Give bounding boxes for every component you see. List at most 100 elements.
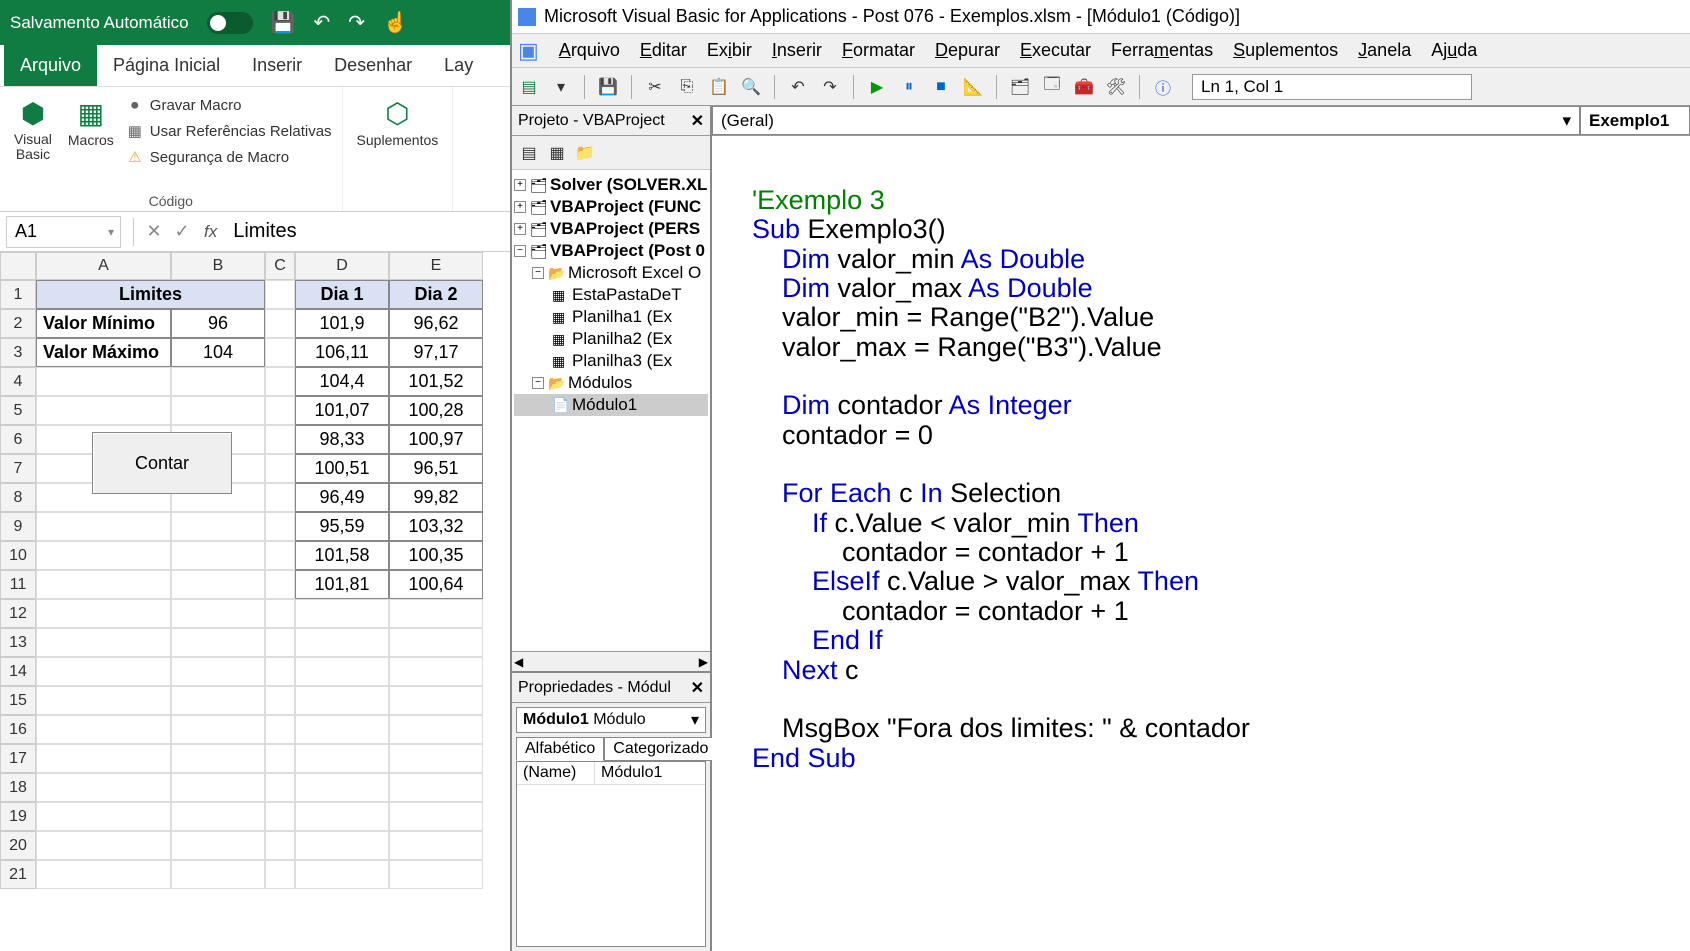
tree-module1[interactable]: Módulo1 [572,395,637,415]
cell-C14[interactable] [265,657,295,686]
design-mode-icon[interactable]: 📐 [962,76,984,98]
cell-B20[interactable] [171,831,265,860]
cell-D3[interactable]: 106,11 [295,338,389,367]
menu-arquivo[interactable]: Arquivo [559,40,620,61]
row-header[interactable]: 11 [0,570,36,599]
row-header[interactable]: 7 [0,454,36,483]
menu-exibir[interactable]: Exibir [707,40,752,61]
cell-C2[interactable] [265,309,295,338]
cancel-formula-icon[interactable]: ✕ [140,221,168,242]
cell-D9[interactable]: 95,59 [295,512,389,541]
cell-B3[interactable]: 104 [171,338,265,367]
cell-E13[interactable] [389,628,483,657]
cell-E17[interactable] [389,744,483,773]
cell-C6[interactable] [265,425,295,454]
cell-E8[interactable]: 99,82 [389,483,483,512]
cell-C7[interactable] [265,454,295,483]
cell-B13[interactable] [171,628,265,657]
cut-icon[interactable]: ✂ [644,76,666,98]
tree-modules[interactable]: Módulos [568,373,632,393]
properties-grid[interactable]: (Name) Módulo1 [516,761,706,947]
tree-solver[interactable]: Solver (SOLVER.XL [550,175,707,195]
cell-D5[interactable]: 101,07 [295,396,389,425]
project-tree[interactable]: +🗂Solver (SOLVER.XL +🗂VBAProject (FUNC +… [512,170,710,651]
cell-B11[interactable] [171,570,265,599]
tree-func[interactable]: VBAProject (FUNC [550,197,701,217]
cell-D11[interactable]: 101,81 [295,570,389,599]
cell-A10[interactable] [36,541,171,570]
close-icon[interactable]: ✕ [691,111,704,131]
cell-C15[interactable] [265,686,295,715]
menu-janela[interactable]: Janela [1358,40,1411,61]
toolbox-icon[interactable]: 🛠 [1105,76,1127,98]
cell-A4[interactable] [36,367,171,396]
cell-D1[interactable]: Dia 1 [295,280,389,309]
row-header[interactable]: 13 [0,628,36,657]
row-header[interactable]: 9 [0,512,36,541]
row-header[interactable]: 2 [0,309,36,338]
properties-icon[interactable]: 🗔 [1041,76,1063,98]
row-header[interactable]: 19 [0,802,36,831]
cell-E19[interactable] [389,802,483,831]
cell-B2[interactable]: 96 [171,309,265,338]
undo-icon[interactable]: ↶ [787,76,809,98]
cell-D16[interactable] [295,715,389,744]
cell-C5[interactable] [265,396,295,425]
tab-home[interactable]: Página Inicial [97,45,236,86]
cell-A19[interactable] [36,802,171,831]
cell-C3[interactable] [265,338,295,367]
cell-E10[interactable]: 100,35 [389,541,483,570]
cell-D14[interactable] [295,657,389,686]
object-dropdown[interactable]: (Geral)▾ [712,106,1580,135]
tree-sheet3[interactable]: Planilha3 (Ex [572,351,672,371]
tree-workbook[interactable]: EstaPastaDeT [572,285,682,305]
row-header[interactable]: 21 [0,860,36,889]
cell-C18[interactable] [265,773,295,802]
menu-editar[interactable]: Editar [640,40,687,61]
cell-A14[interactable] [36,657,171,686]
cell-C19[interactable] [265,802,295,831]
cell-D8[interactable]: 96,49 [295,483,389,512]
cell-B18[interactable] [171,773,265,802]
contar-button[interactable]: Contar [92,432,232,494]
fx-icon[interactable]: fx [196,222,225,242]
cell-E14[interactable] [389,657,483,686]
cell-A17[interactable] [36,744,171,773]
help-icon[interactable]: ⓘ [1152,76,1174,98]
col-header-A[interactable]: A [36,252,171,280]
row-header[interactable]: 12 [0,599,36,628]
project-explorer-icon[interactable]: 🗂 [1009,76,1031,98]
cell-E2[interactable]: 96,62 [389,309,483,338]
cell-C8[interactable] [265,483,295,512]
addins-button[interactable]: ⬡ Suplementos [353,93,443,152]
row-header[interactable]: 3 [0,338,36,367]
row-header[interactable]: 20 [0,831,36,860]
procedure-dropdown[interactable]: Exemplo1 [1580,106,1690,135]
cell-C1[interactable] [265,280,295,309]
cell-A21[interactable] [36,860,171,889]
code-editor[interactable]: 'Exemplo 3 Sub Exemplo3() Dim valor_min … [712,136,1690,951]
view-excel-icon[interactable]: ▤ [518,76,540,98]
row-header[interactable]: 14 [0,657,36,686]
tree-sheet2[interactable]: Planilha2 (Ex [572,329,672,349]
view-code-icon[interactable]: ▤ [518,142,540,164]
pause-icon[interactable]: ⏸ [898,76,920,98]
row-header[interactable]: 4 [0,367,36,396]
relative-refs-button[interactable]: ▦Usar Referências Relativas [126,120,332,142]
save-icon[interactable]: 💾 [597,76,619,98]
cell-B9[interactable] [171,512,265,541]
cell-A3[interactable]: Valor Máximo [36,338,171,367]
col-header-B[interactable]: B [171,252,265,280]
cell-E18[interactable] [389,773,483,802]
macros-button[interactable]: ▦ Macros [64,93,118,168]
cell-C17[interactable] [265,744,295,773]
redo-icon[interactable]: ↷ [348,10,365,35]
cell-A18[interactable] [36,773,171,802]
row-header[interactable]: 10 [0,541,36,570]
row-header[interactable]: 17 [0,744,36,773]
select-all-button[interactable] [0,252,36,280]
cell-C16[interactable] [265,715,295,744]
cell-E1[interactable]: Dia 2 [389,280,483,309]
menu-executar[interactable]: Executar [1020,40,1091,61]
menu-depurar[interactable]: Depurar [935,40,1000,61]
